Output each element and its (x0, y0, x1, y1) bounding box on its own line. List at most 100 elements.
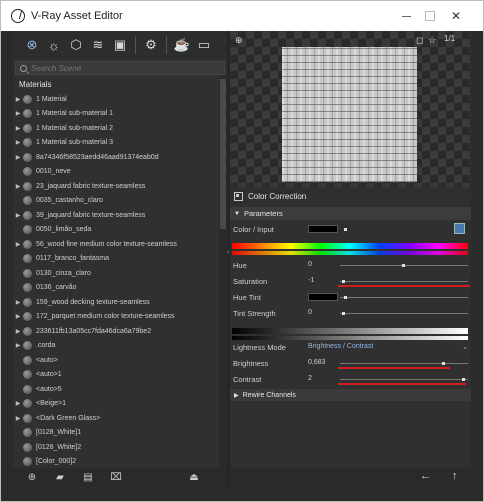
material-list-item[interactable]: [0128_White]1 (13, 426, 219, 441)
expand-arrow-icon[interactable]: ▶ (13, 183, 23, 190)
preview-scene-icon[interactable]: ☆ (428, 35, 436, 46)
material-list-item[interactable]: ▶ 1 Material sub-material 3 (13, 136, 219, 151)
material-name: 56_wood fine medium color texture-seamle… (36, 240, 177, 248)
material-list-item[interactable]: 0117_branco_fantasma (13, 252, 219, 267)
hue-tint-swatch[interactable] (308, 293, 338, 301)
saturation-slider[interactable] (340, 281, 468, 282)
vray-logo-icon (11, 9, 25, 23)
saturation-value[interactable]: -1 (308, 277, 314, 284)
material-list-item[interactable]: ▶ 233611fb13a05cc7fda46dca6a79be2 (13, 324, 219, 339)
tint-strength-value[interactable]: 0 (308, 309, 312, 316)
material-list-item[interactable]: ▶ 23_jaquard fabric texture-seamless (13, 179, 219, 194)
save-icon[interactable]: ▤ (79, 469, 97, 485)
expand-arrow-icon[interactable]: ▶ (13, 299, 23, 306)
expand-arrow-icon[interactable]: ▶ (13, 313, 23, 320)
material-list-item[interactable]: <auto>5 (13, 382, 219, 397)
pin-icon[interactable]: ⊕ (235, 35, 243, 46)
material-list-item[interactable]: 0035_castanho_claro (13, 194, 219, 209)
material-list-item[interactable]: ▶ 8a74346f58523aedd46aad91374eab0d (13, 150, 219, 165)
lightness-mode-value: Brightness / Contrast (308, 343, 374, 350)
material-sphere-icon (23, 297, 32, 307)
expand-arrow-icon[interactable]: ▶ (13, 400, 23, 407)
brightness-slider-knob[interactable] (442, 362, 445, 365)
render-teapot-icon[interactable]: ☕ (171, 34, 193, 56)
rewire-channels-rollout[interactable]: ▶ Rewire Channels (230, 389, 471, 401)
tint-strength-slider-knob[interactable] (342, 312, 345, 315)
minimize-button[interactable] (399, 9, 413, 23)
purge-broom-icon[interactable]: ⏏ (185, 469, 203, 485)
material-list-item[interactable]: ▶ 56_wood fine medium color texture-seaml… (13, 237, 219, 252)
material-list-item[interactable]: ▶ .corda (13, 339, 219, 354)
material-list-item[interactable]: ▶ 1 Material (13, 92, 219, 107)
material-list-item[interactable]: 0010_neve (13, 165, 219, 180)
expand-arrow-icon[interactable]: ▶ (13, 154, 23, 161)
geometry-category-icon[interactable]: ⬡ (65, 34, 87, 56)
saturation-slider-knob[interactable] (342, 280, 345, 283)
expand-arrow-icon[interactable]: ▶ (13, 139, 23, 146)
expand-arrow-icon[interactable]: ▶ (13, 212, 23, 219)
material-list-item[interactable]: ▶ <Beige>1 (13, 397, 219, 412)
lights-category-icon[interactable]: ☼ (43, 34, 65, 56)
material-sphere-icon (23, 341, 32, 351)
material-list-item[interactable]: ▶ 1 Material sub-material 1 (13, 107, 219, 122)
render-elements-category-icon[interactable]: ▣ (109, 34, 131, 56)
material-list-item[interactable]: [0128_White]2 (13, 440, 219, 455)
material-list-item[interactable]: ▶ 39_jaquard fabric texture-seamless (13, 208, 219, 223)
parameters-rollout[interactable]: ▼ Parameters (230, 207, 471, 220)
brightness-highlight (338, 367, 450, 369)
contrast-slider[interactable] (340, 379, 468, 380)
material-list-item[interactable]: 0050_limão_seda (13, 223, 219, 238)
material-list-item[interactable]: 0136_carvão (13, 281, 219, 296)
hue-tint-slider-knob[interactable] (344, 296, 347, 299)
expand-arrow-icon[interactable]: ▶ (13, 328, 23, 335)
material-list-item[interactable]: ▶ 159_wood decking texture-seamless (13, 295, 219, 310)
hue-tint-slider[interactable] (340, 297, 468, 298)
hue-value[interactable]: 0 (308, 261, 312, 268)
material-list-item[interactable]: 0130_cinza_claro (13, 266, 219, 281)
add-asset-icon[interactable]: ⊕ (23, 469, 41, 485)
color-input-swatch[interactable] (308, 225, 338, 233)
material-name: 0130_cinza_claro (36, 269, 91, 277)
tint-strength-slider[interactable] (340, 313, 468, 314)
preview-frame-icon[interactable]: ◻ (416, 35, 423, 46)
close-button[interactable]: ✕ (449, 9, 463, 23)
expand-arrow-icon[interactable]: ▶ (13, 241, 23, 248)
materials-list: ▶ 1 Material ▶ 1 Material sub-material 1 ▶ 1 … (13, 92, 219, 467)
settings-gear-icon[interactable]: ⚙ (140, 34, 162, 56)
material-list-item[interactable]: ▶ <Dark Green Glass> (13, 411, 219, 426)
material-list-item[interactable]: ▶ 172_parquet medium color texture-seamle… (13, 310, 219, 325)
material-list-item[interactable]: <auto>1 (13, 368, 219, 383)
maximize-button[interactable] (423, 9, 437, 23)
materials-category-icon[interactable]: ⊗ (21, 34, 43, 56)
contrast-slider-knob[interactable] (462, 378, 465, 381)
material-list-item[interactable]: [Color_000]2 (13, 455, 219, 468)
expand-arrow-icon[interactable]: ▶ (13, 96, 23, 103)
expand-arrow-icon[interactable]: ▶ (13, 342, 23, 349)
hue-slider-knob[interactable] (402, 264, 405, 267)
contrast-value[interactable]: 2 (308, 375, 312, 382)
textures-category-icon[interactable]: ≋ (87, 34, 109, 56)
properties-panel: ⊕ ◻ ☆ 1/1 Color Correction ▼ Parameters … (230, 31, 471, 486)
lightness-mode-dropdown[interactable]: Brightness / Contrast ⌄ (308, 343, 468, 353)
expand-arrow-icon[interactable]: ▶ (13, 110, 23, 117)
brightness-value[interactable]: 0,683 (308, 359, 326, 366)
materials-section-label: Materials (19, 80, 52, 89)
expand-arrow-icon[interactable]: ▶ (13, 125, 23, 132)
texture-map-button[interactable] (454, 223, 465, 234)
search-bar (15, 61, 225, 75)
material-list-item[interactable]: ▶ 1 Material sub-material 2 (13, 121, 219, 136)
expand-arrow-icon[interactable]: ▶ (13, 415, 23, 422)
up-arrow-icon[interactable]: ↑ (452, 470, 458, 482)
brightness-slider[interactable] (340, 363, 468, 364)
rewire-channels-label: Rewire Channels (242, 391, 296, 399)
search-input[interactable] (31, 63, 221, 73)
material-sphere-icon (23, 457, 32, 467)
back-arrow-icon[interactable]: ← (420, 470, 431, 482)
frame-buffer-icon[interactable]: ▭ (193, 34, 215, 56)
material-list-item[interactable]: <auto> (13, 353, 219, 368)
color-input-slider[interactable] (344, 228, 347, 231)
open-folder-icon[interactable]: ▰ (51, 469, 69, 485)
delete-trash-icon[interactable]: ⌧ (107, 469, 125, 485)
scrollbar-thumb[interactable] (220, 79, 226, 229)
list-scrollbar[interactable] (219, 75, 227, 467)
